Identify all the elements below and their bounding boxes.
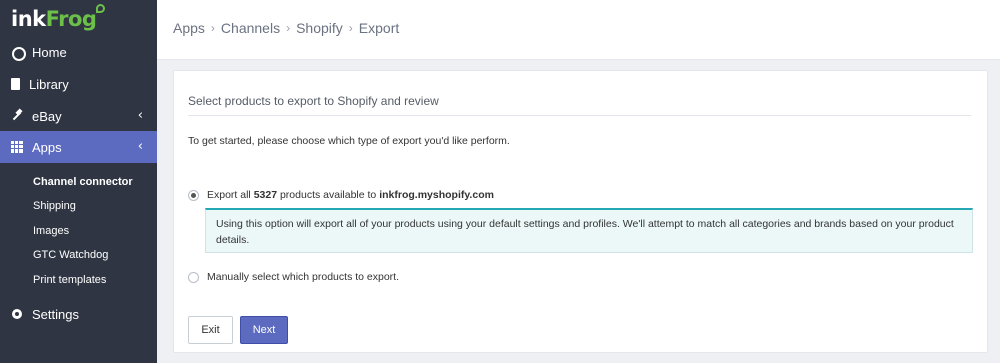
sidebar-item-label: Home <box>32 44 67 60</box>
top-bar: Apps › Channels › Shopify › Export <box>157 0 1000 60</box>
sidebar-item-library[interactable]: Library <box>0 68 157 100</box>
breadcrumb: Apps › Channels › Shopify › Export <box>173 20 399 36</box>
sidebar-item-label: Library <box>29 76 69 92</box>
sidebar-subitem-print-templates[interactable]: Print templates <box>33 274 106 286</box>
card-title: Select products to export to Shopify and… <box>188 94 439 108</box>
exit-button[interactable]: Exit <box>188 316 233 344</box>
sidebar-item-home[interactable]: Home <box>0 36 157 68</box>
sidebar: inkFrog Home Library eBay ‹ Apps ‹ Chann… <box>0 0 157 363</box>
chevron-right-icon: › <box>286 21 291 35</box>
breadcrumb-apps[interactable]: Apps <box>173 20 205 36</box>
sidebar-item-settings[interactable]: Settings <box>0 298 157 330</box>
home-icon <box>11 46 26 61</box>
export-all-middle: products available to <box>277 189 380 201</box>
inkfrog-logo[interactable]: inkFrog <box>11 4 106 31</box>
sidebar-item-label: Apps <box>32 139 62 155</box>
chevron-left-icon: ‹ <box>137 108 143 123</box>
breadcrumb-channels[interactable]: Channels <box>221 20 280 36</box>
document-icon <box>11 78 20 90</box>
sidebar-subitem-channel-connector[interactable]: Channel connector <box>33 176 133 188</box>
sidebar-subitem-shipping[interactable]: Shipping <box>33 200 76 212</box>
sidebar-subitem-gtc-watchdog[interactable]: GTC Watchdog <box>33 249 108 261</box>
chevron-right-icon: › <box>210 21 215 35</box>
breadcrumb-shopify[interactable]: Shopify <box>296 20 343 36</box>
logo-text-ink: ink <box>11 7 46 31</box>
divider <box>188 115 971 116</box>
leaf-icon <box>96 4 106 13</box>
chevron-right-icon: › <box>348 21 353 35</box>
export-all-info-box: Using this option will export all of you… <box>205 208 973 253</box>
hammer-icon <box>11 110 23 122</box>
manual-select-radio[interactable] <box>188 272 199 283</box>
grid-icon <box>11 141 23 153</box>
export-all-prefix: Export all <box>207 189 254 201</box>
logo-text-frog: Frog <box>45 7 97 31</box>
sidebar-subitem-images[interactable]: Images <box>33 225 69 237</box>
gear-icon <box>11 308 23 320</box>
product-count: 5327 <box>253 189 278 201</box>
export-card: Select products to export to Shopify and… <box>173 70 988 353</box>
sidebar-item-ebay[interactable]: eBay ‹ <box>0 100 157 132</box>
manual-select-label[interactable]: Manually select which products to export… <box>207 271 399 283</box>
export-all-radio[interactable] <box>188 190 199 201</box>
store-domain: inkfrog.myshopify.com <box>379 189 494 201</box>
sidebar-item-label: Settings <box>32 306 79 322</box>
next-button[interactable]: Next <box>240 316 288 344</box>
intro-text: To get started, please choose which type… <box>188 135 510 147</box>
chevron-left-icon: ‹ <box>137 139 143 154</box>
sidebar-item-apps[interactable]: Apps ‹ <box>0 131 157 163</box>
export-all-label[interactable]: Export all 5327 products available to in… <box>207 189 494 201</box>
breadcrumb-export: Export <box>358 20 400 36</box>
sidebar-item-label: eBay <box>32 108 62 124</box>
